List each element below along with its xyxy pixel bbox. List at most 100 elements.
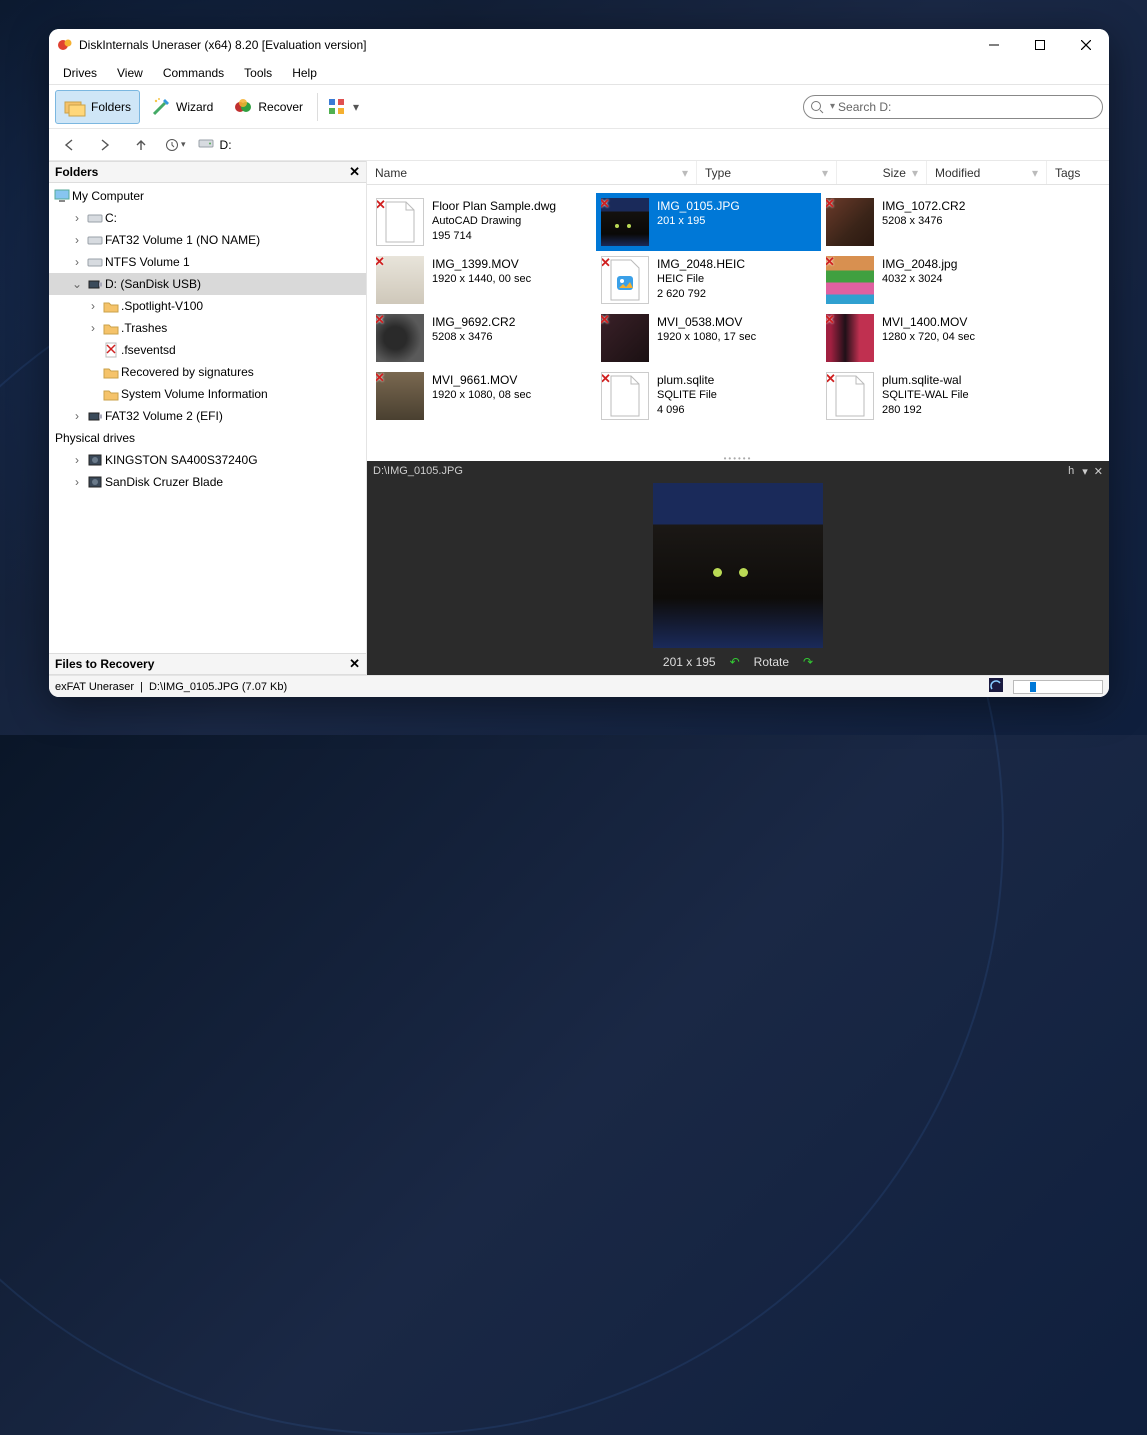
tree-recovered-sigs[interactable]: › Recovered by signatures: [49, 361, 366, 383]
file-meta: IMG_0105.JPG201 x 195: [657, 198, 740, 246]
menu-tools[interactable]: Tools: [234, 63, 282, 83]
progress-bar: [1013, 680, 1103, 694]
back-button[interactable]: [57, 133, 81, 157]
file-item[interactable]: ✕ IMG_1072.CR25208 x 3476: [821, 193, 1046, 251]
file-item[interactable]: ✕Floor Plan Sample.dwgAutoCAD Drawing195…: [371, 193, 596, 251]
file-meta: MVI_9661.MOV1920 x 1080, 08 sec: [432, 372, 531, 420]
history-button[interactable]: ▾: [165, 133, 186, 157]
file-item[interactable]: ✕IMG_1399.MOV1920 x 1440, 00 sec: [371, 251, 596, 309]
file-name: IMG_0105.JPG: [657, 198, 740, 214]
close-button[interactable]: [1063, 29, 1109, 61]
up-button[interactable]: [129, 133, 153, 157]
preview-path: D:\IMG_0105.JPG: [373, 465, 463, 477]
tree-physical-drives: Physical drives: [49, 427, 366, 449]
file-meta: IMG_2048.jpg4032 x 3024: [882, 256, 957, 304]
tree-trashes[interactable]: › .Trashes: [49, 317, 366, 339]
deleted-marker-icon: ✕: [376, 314, 385, 328]
file-detail-2: 2 620 792: [657, 287, 745, 302]
folders-button[interactable]: Folders: [55, 90, 140, 124]
col-modified[interactable]: Modified▾: [927, 161, 1047, 184]
file-name: MVI_0538.MOV: [657, 314, 756, 330]
file-item[interactable]: ✕MVI_0538.MOV1920 x 1080, 17 sec: [596, 309, 821, 367]
wizard-label: Wizard: [176, 100, 213, 114]
col-name[interactable]: Name▾: [367, 161, 697, 184]
columns-header: Name▾ Type▾ Size▾ Modified▾ Tags: [367, 161, 1109, 185]
rotate-label: Rotate: [754, 655, 789, 669]
recover-icon: [233, 97, 253, 117]
file-detail-1: 1280 x 720, 04 sec: [882, 330, 975, 345]
search-input[interactable]: ▾ Search D:: [803, 95, 1103, 119]
file-item[interactable]: ✕IMG_2048.jpg4032 x 3024: [821, 251, 1046, 309]
search-placeholder: Search D:: [838, 100, 891, 114]
minimize-button[interactable]: [971, 29, 1017, 61]
expand-icon[interactable]: ›: [69, 211, 85, 225]
tree-fat32-v1[interactable]: › FAT32 Volume 1 (NO NAME): [49, 229, 366, 251]
deleted-marker-icon: ✕: [376, 372, 385, 386]
deleted-marker-icon: ✕: [826, 198, 835, 212]
rotate-left-icon[interactable]: ↶: [730, 655, 740, 669]
view-mode-button[interactable]: ▾: [323, 90, 364, 124]
tree-my-computer[interactable]: My Computer: [49, 185, 366, 207]
tree-fseventsd[interactable]: › .fseventsd: [49, 339, 366, 361]
close-recovery-panel[interactable]: ✕: [349, 656, 360, 672]
file-thumbnail: ✕: [601, 314, 649, 362]
tree-kingston[interactable]: › KINGSTON SA400S37240G: [49, 449, 366, 471]
preview-close[interactable]: ✕: [1094, 465, 1103, 478]
file-meta: Floor Plan Sample.dwgAutoCAD Drawing195 …: [432, 198, 556, 246]
wizard-icon: [151, 97, 171, 117]
file-detail-1: 5208 x 3476: [882, 214, 965, 229]
file-item[interactable]: ✕IMG_0105.JPG201 x 195: [596, 193, 821, 251]
status-product: exFAT Uneraser: [55, 681, 134, 693]
forward-button[interactable]: [93, 133, 117, 157]
search-icon: [810, 100, 824, 114]
file-item[interactable]: ✕IMG_9692.CR25208 x 3476: [371, 309, 596, 367]
menu-help[interactable]: Help: [282, 63, 327, 83]
preview-toggle[interactable]: ▾: [1082, 465, 1088, 478]
preview-hint[interactable]: h: [1068, 465, 1074, 477]
tree-fat32-v2[interactable]: › FAT32 Volume 2 (EFI): [49, 405, 366, 427]
file-thumbnail: ✕: [376, 198, 424, 246]
file-thumbnail: ✕: [826, 372, 874, 420]
path-display[interactable]: D:: [198, 137, 232, 152]
sidebar: Folders ✕ My Computer › C: › FAT32 Volum…: [49, 161, 367, 675]
file-meta: IMG_1072.CR25208 x 3476: [882, 198, 965, 246]
main-pane: Name▾ Type▾ Size▾ Modified▾ Tags ✕Floor …: [367, 161, 1109, 675]
rotate-right-icon[interactable]: ↷: [803, 655, 813, 669]
file-detail-1: SQLITE File: [657, 388, 717, 403]
file-item[interactable]: ✕plum.sqlite-walSQLITE-WAL File280 192: [821, 367, 1046, 425]
menu-drives[interactable]: Drives: [53, 63, 107, 83]
tree-sandisk-blade[interactable]: › SanDisk Cruzer Blade: [49, 471, 366, 493]
recover-label: Recover: [258, 100, 303, 114]
file-item[interactable]: ✕ MVI_9661.MOV1920 x 1080, 08 sec: [371, 367, 596, 425]
file-name: IMG_2048.jpg: [882, 256, 957, 272]
file-detail-1: 1920 x 1440, 00 sec: [432, 272, 531, 287]
recover-button[interactable]: Recover: [224, 90, 312, 124]
menu-view[interactable]: View: [107, 63, 153, 83]
file-item[interactable]: ✕IMG_2048.HEICHEIC File2 620 792: [596, 251, 821, 309]
tree-d-sandisk[interactable]: ⌄ D: (SanDisk USB): [49, 273, 366, 295]
col-tags[interactable]: Tags: [1047, 161, 1109, 184]
tree-svi[interactable]: › System Volume Information: [49, 383, 366, 405]
col-type[interactable]: Type▾: [697, 161, 837, 184]
collapse-icon[interactable]: ⌄: [69, 277, 85, 291]
col-size[interactable]: Size▾: [837, 161, 927, 184]
titlebar: DiskInternals Uneraser (x64) 8.20 [Evalu…: [49, 29, 1109, 61]
tree-spotlight[interactable]: › .Spotlight-V100: [49, 295, 366, 317]
files-view[interactable]: ✕Floor Plan Sample.dwgAutoCAD Drawing195…: [367, 185, 1109, 455]
app-window: DiskInternals Uneraser (x64) 8.20 [Evalu…: [49, 29, 1109, 697]
maximize-button[interactable]: [1017, 29, 1063, 61]
tree-ntfs-v1[interactable]: › NTFS Volume 1: [49, 251, 366, 273]
close-folders-panel[interactable]: ✕: [349, 164, 360, 180]
wizard-button[interactable]: Wizard: [142, 90, 222, 124]
statusbar: exFAT Uneraser | D:\IMG_0105.JPG (7.07 K…: [49, 675, 1109, 697]
file-item[interactable]: ✕MVI_1400.MOV1280 x 720, 04 sec: [821, 309, 1046, 367]
window-controls: [971, 29, 1109, 61]
menu-commands[interactable]: Commands: [153, 63, 234, 83]
drive-icon: [86, 212, 104, 224]
filter-icon[interactable]: ▾: [682, 166, 688, 180]
file-item[interactable]: ✕plum.sqliteSQLITE File4 096: [596, 367, 821, 425]
tree-c[interactable]: › C:: [49, 207, 366, 229]
file-detail-2: 4 096: [657, 403, 717, 418]
window-title: DiskInternals Uneraser (x64) 8.20 [Evalu…: [79, 38, 366, 52]
file-name: plum.sqlite: [657, 372, 717, 388]
